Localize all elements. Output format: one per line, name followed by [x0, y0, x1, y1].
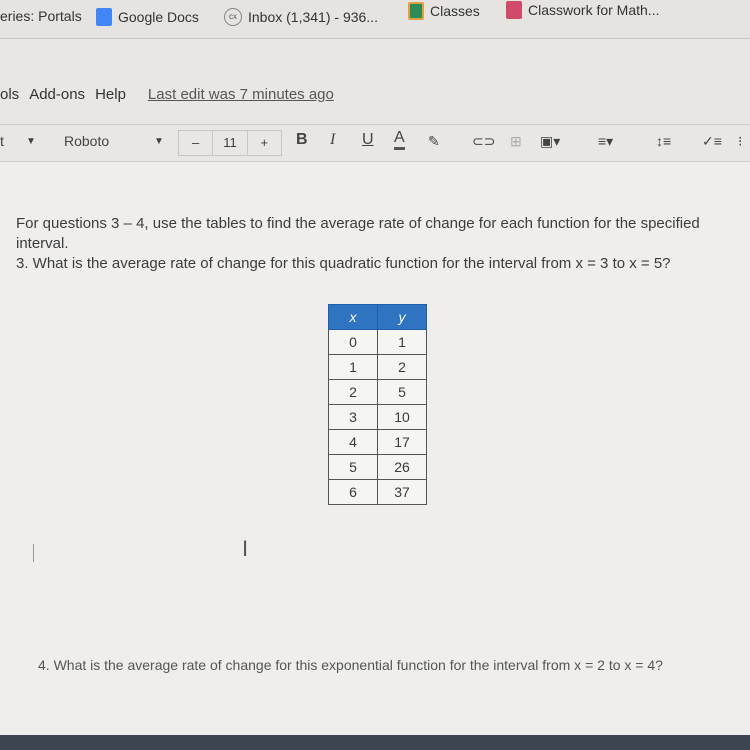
classroom-icon [408, 2, 424, 20]
cell: 5 [377, 379, 427, 405]
font-size-stepper: – 11 + [178, 130, 282, 156]
header-y: y [377, 304, 427, 330]
bookmark-label: Inbox (1,341) - 936... [248, 9, 378, 25]
bookmark-label: Classwork for Math... [528, 2, 660, 18]
italic-button[interactable]: I [330, 131, 335, 149]
table-row: 01 [328, 329, 427, 355]
taskbar [0, 735, 750, 750]
table-row: 6 37 [328, 479, 427, 505]
question-3: 3. What is the average rate of change fo… [16, 255, 671, 272]
data-table: xy 01 12 25 3 10 4 17 5 26 6 37 [328, 304, 427, 505]
image-icon[interactable]: ▣▾ [540, 133, 560, 150]
table-row: 12 [328, 354, 427, 380]
bookmark-label: Google Docs [118, 9, 199, 25]
chevron-down-icon[interactable]: ▼ [26, 136, 36, 147]
bookmark-label: eries: Portals [0, 8, 82, 24]
bookmark-classwork[interactable]: Classwork for Math... [506, 1, 659, 19]
table-row: 5 26 [328, 454, 427, 480]
comment-icon[interactable]: ⊞ [510, 133, 522, 150]
cell: 5 [328, 454, 378, 480]
bookmark-google-docs[interactable]: Google Docs [96, 8, 199, 26]
style-select[interactable]: t [0, 133, 4, 149]
table-row: 4 17 [328, 429, 427, 455]
font-size-input[interactable]: 11 [213, 131, 248, 155]
menu-bar: ols Add-ons Help Last edit was 7 minutes… [0, 86, 334, 103]
text-caret [33, 544, 34, 562]
bookmark-inbox[interactable]: cx Inbox (1,341) - 936... [224, 8, 378, 26]
table-row: 3 10 [328, 404, 427, 430]
instruction-text: For questions 3 – 4, use the tables to f… [16, 215, 700, 252]
underline-button[interactable]: U [362, 131, 374, 149]
cell: 2 [328, 379, 378, 405]
cell: 37 [377, 479, 427, 505]
cx-icon: cx [224, 8, 242, 26]
bookmark-portals[interactable]: eries: Portals [0, 8, 82, 24]
text-cursor-icon: I [242, 536, 249, 561]
bullet-list-icon[interactable]: ⁝ [738, 133, 742, 150]
checklist-icon[interactable]: ✓≡ [702, 133, 722, 150]
bookmark-label: Classes [430, 3, 480, 19]
instructions: For questions 3 – 4, use the tables to f… [16, 214, 736, 274]
font-select[interactable]: Roboto [64, 133, 109, 149]
google-docs-icon [96, 8, 112, 26]
line-spacing-icon[interactable]: ↕≡ [656, 133, 671, 149]
increase-size-button[interactable]: + [248, 131, 281, 155]
cell: 17 [377, 429, 427, 455]
cell: 3 [328, 404, 378, 430]
cell: 2 [377, 354, 427, 380]
cell: 10 [377, 404, 427, 430]
menu-tools[interactable]: ols [0, 86, 19, 103]
bookmarks-bar: eries: Portals Google Docs cx Inbox (1,34… [0, 0, 750, 39]
table-row: 25 [328, 379, 427, 405]
document-page[interactable]: For questions 3 – 4, use the tables to f… [0, 162, 750, 735]
toolbar: t ▼ Roboto ▼ – 11 + B I U A ✎ ⊂⊃ ⊞ ▣▾ ≡▾… [0, 124, 750, 162]
align-icon[interactable]: ≡▾ [598, 133, 613, 150]
classwork-icon [506, 1, 522, 19]
text-color-button[interactable]: A [394, 129, 405, 150]
decrease-size-button[interactable]: – [179, 131, 214, 155]
bold-button[interactable]: B [296, 131, 308, 149]
link-icon[interactable]: ⊂⊃ [472, 133, 495, 150]
highlight-pen-icon[interactable]: ✎ [428, 133, 440, 150]
cell: 0 [328, 329, 378, 355]
last-edit-link[interactable]: Last edit was 7 minutes ago [148, 86, 334, 103]
menu-addons[interactable]: Add-ons [29, 86, 85, 103]
question-4: 4. What is the average rate of change fo… [38, 657, 663, 673]
header-x: x [328, 304, 378, 330]
cell: 1 [377, 329, 427, 355]
chevron-down-icon[interactable]: ▼ [154, 136, 164, 147]
cell: 4 [328, 429, 378, 455]
cell: 6 [328, 479, 378, 505]
cell: 26 [377, 454, 427, 480]
cell: 1 [328, 354, 378, 380]
menu-help[interactable]: Help [95, 86, 126, 103]
bookmark-classes[interactable]: Classes [408, 2, 480, 20]
